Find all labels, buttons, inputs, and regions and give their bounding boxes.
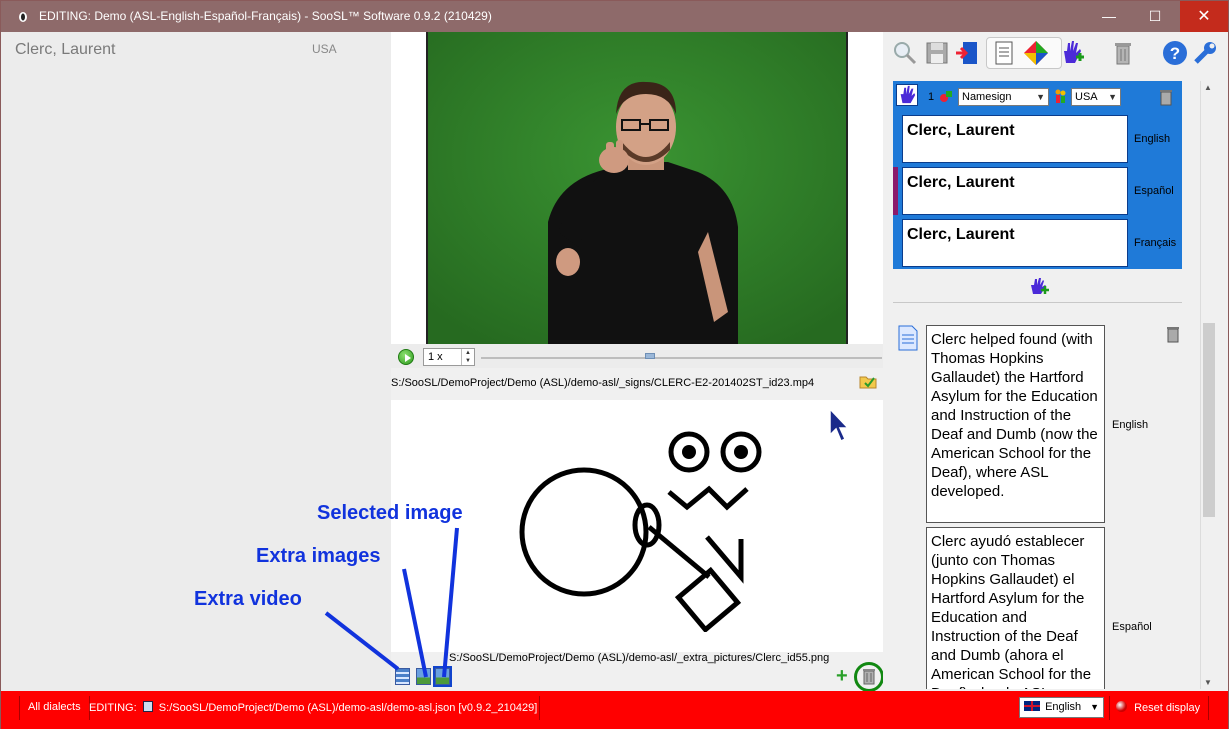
editing-status: EDITING: S:/SooSL/DemoProject/Demo (ASL)… [87,696,541,720]
grammar-category-select[interactable]: Namesign ▼ [958,88,1049,106]
media-panel: 1 x ▲ ▼ S:/SooSL/DemoProject/Demo (ASL)/d… [391,32,884,692]
window-title: EDITING: Demo (ASL-English-Español-Franç… [39,9,492,23]
hand-icon[interactable] [896,84,918,106]
trash-icon [863,669,875,685]
soosl-app-icon [19,12,27,22]
gloss-input-english[interactable]: Clerc, Laurent [902,115,1128,163]
video-seek-handle[interactable] [645,353,655,359]
project-file-path: S:/SooSL/DemoProject/Demo (ASL)/demo-asl… [158,702,538,714]
search-icon[interactable] [891,39,919,67]
title-bar[interactable]: EDITING: Demo (ASL-English-Español-Franç… [1,1,1228,32]
delete-sign-icon[interactable] [1109,39,1137,67]
sense-editor: 1 Namesign ▼ USA ▼ Clerc, Laurent Englis [893,81,1182,269]
sign-details-panel: ? 1 Namesign ▼ USA ▼ Clerc, Laurent Engl… [883,32,1228,691]
scrollbar-thumb[interactable] [1203,323,1215,517]
video-controls: 1 x ▲ ▼ [391,344,883,368]
add-media-plus-icon[interactable]: + [836,666,848,686]
video-path-row: S:/SooSL/DemoProject/Demo (ASL)/demo-asl… [391,368,883,400]
add-sign-icon[interactable] [1058,39,1086,67]
video-file-path: S:/SooSL/DemoProject/Demo (ASL)/demo-asl… [391,377,815,389]
reset-icon [1116,701,1127,712]
project-file-icon [142,701,153,712]
delete-sense-trash-icon[interactable] [1159,88,1173,106]
minimize-button[interactable]: — [1086,1,1132,32]
gloss-input-french[interactable]: Clerc, Laurent [902,219,1128,267]
sense-number: 1 [928,91,935,103]
note-document-icon [898,325,918,351]
dialect-people-icon [1055,89,1066,103]
dialect-select[interactable]: USA ▼ [1071,88,1121,106]
reset-display-label: Reset display [1134,702,1201,714]
annotation-extra-video: Extra video [194,588,302,610]
note-text-spanish[interactable]: Clerc ayudó establecer (junto con Thomas… [926,527,1105,689]
note-text-english[interactable]: Clerc helped found (with Thomas Hopkins … [926,325,1105,523]
component-wheel-icon[interactable] [1022,39,1050,67]
exit-edit-icon[interactable] [953,39,981,67]
chevron-down-icon: ▼ [1108,92,1117,102]
interface-language-select[interactable]: English ▼ [1019,697,1104,718]
sign-notes: Clerc helped found (with Thomas Hopkins … [893,312,1198,689]
close-button[interactable]: ✕ [1180,1,1228,32]
playback-speed-value: 1 x [428,351,443,363]
spinbox-arrows-icon[interactable]: ▲ ▼ [461,349,474,365]
settings-wrench-icon[interactable] [1191,39,1219,67]
extra-image-viewer[interactable] [391,402,883,652]
playback-speed-spinbox[interactable]: 1 x ▲ ▼ [423,348,475,366]
scroll-down-icon[interactable]: ▼ [1204,678,1212,687]
editing-label: EDITING: [89,702,137,714]
note-language-label: English [1112,419,1149,431]
scroll-up-icon[interactable]: ▲ [1204,83,1212,92]
grammar-category-value: Namesign [962,91,1012,103]
add-sense-icon[interactable] [1029,277,1049,295]
grammar-category-icon [940,91,952,102]
delete-note-trash-icon[interactable] [1166,325,1180,343]
focus-marker [893,167,898,215]
extra-video-thumbnail[interactable] [395,668,410,685]
selected-image-thumbnail[interactable] [433,666,452,687]
help-icon[interactable]: ? [1161,39,1189,67]
gloss-language-label: Français [1134,237,1177,249]
image-file-path: S:/SooSL/DemoProject/Demo (ASL)/demo-asl… [449,652,830,664]
save-icon[interactable] [923,39,951,67]
gloss-language-label: Español [1134,185,1174,197]
svg-text:?: ? [1170,44,1180,63]
play-icon[interactable] [398,349,414,365]
section-divider [893,302,1182,303]
dialect-value: USA [1075,91,1098,103]
dialect-filter-button[interactable]: All dialects [19,696,90,720]
app-window: EDITING: Demo (ASL-English-Español-Franç… [0,0,1229,729]
sign-list-dialect: USA [312,42,337,56]
extra-image-thumbnail[interactable] [416,668,431,685]
interface-language-value: English [1045,701,1082,713]
video-seek-bar[interactable] [481,357,882,359]
status-bar: All dialects EDITING: S:/SooSL/DemoProje… [1,691,1228,729]
gloss-input-spanish[interactable]: Clerc, Laurent [902,167,1128,215]
gloss-language-label: English [1134,133,1171,145]
chevron-down-icon: ▼ [1036,92,1045,102]
annotation-extra-images: Extra images [256,545,381,567]
sign-video-player[interactable] [426,32,848,344]
uk-flag-icon [1024,701,1040,711]
open-folder-icon[interactable] [859,373,877,389]
details-scrollbar[interactable]: ▲ ▼ [1200,81,1217,689]
signer-video-frame [428,32,846,344]
reset-display-button[interactable]: Reset display [1109,696,1210,720]
sign-info-icon[interactable] [990,39,1018,67]
image-path-row: S:/SooSL/DemoProject/Demo (ASL)/demo-asl… [391,652,884,692]
mouse-pointer-icon [829,408,850,443]
signwriting-image [519,431,762,632]
annotation-selected-image: Selected image [317,502,463,524]
maximize-button[interactable]: ☐ [1132,1,1178,32]
chevron-down-icon: ▼ [1090,702,1099,712]
note-language-label: Español [1112,621,1152,633]
delete-media-button[interactable] [854,662,884,692]
sign-list-gloss: Clerc, Laurent [15,41,116,58]
toolbar: ? [883,32,1228,76]
